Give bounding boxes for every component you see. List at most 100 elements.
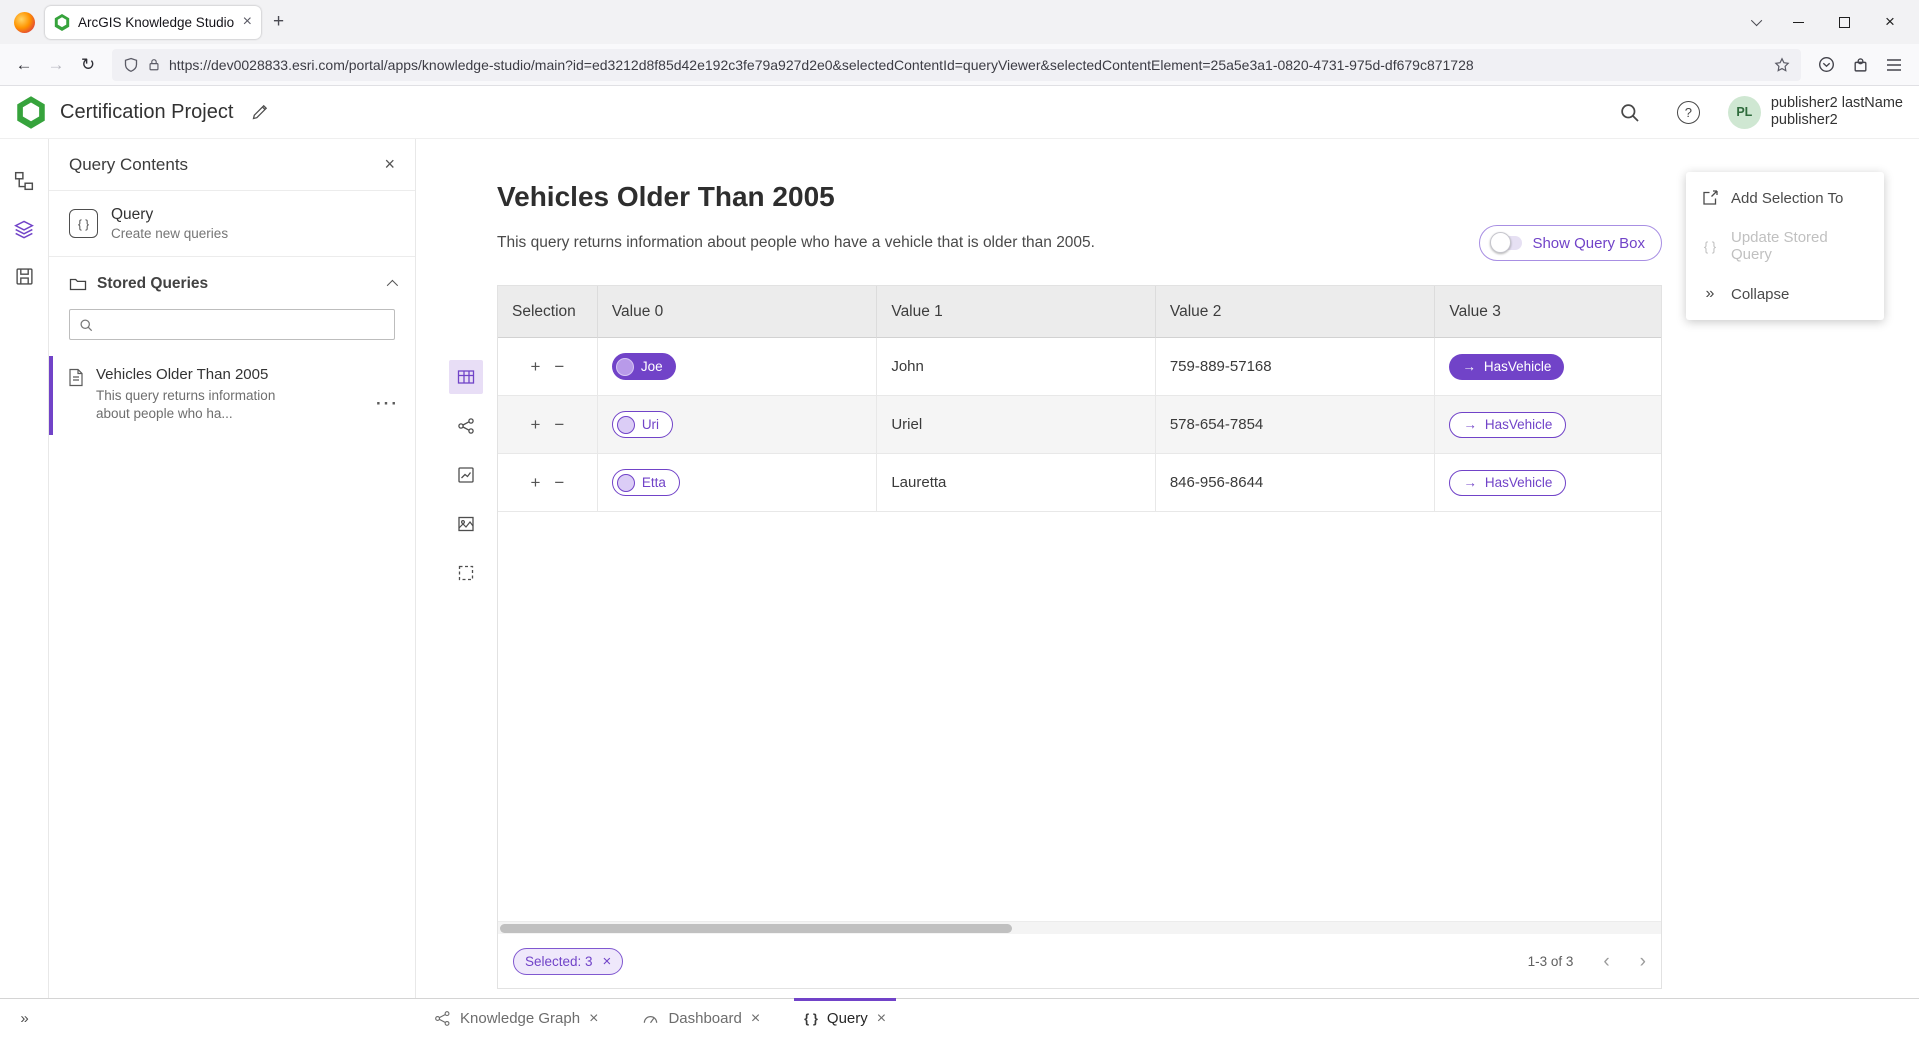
select-row-button[interactable]: +: [530, 358, 540, 375]
relationship-pill[interactable]: →HasVehicle: [1449, 354, 1564, 380]
user-info[interactable]: publisher2 lastName publisher2: [1771, 95, 1903, 129]
menu-item-collapse[interactable]: » Collapse: [1686, 270, 1884, 318]
extensions-icon[interactable]: [1843, 49, 1877, 81]
chart-view-icon[interactable]: [449, 458, 483, 492]
next-page-button[interactable]: ›: [1640, 952, 1646, 971]
url-text[interactable]: https://dev0028833.esri.com/portal/apps/…: [169, 57, 1766, 73]
select-row-button[interactable]: +: [530, 416, 540, 433]
map-view-icon[interactable]: [449, 507, 483, 541]
table-row[interactable]: + − Joe John 759-889-57168 →HasVehicle: [498, 338, 1661, 396]
help-button[interactable]: ?: [1677, 101, 1700, 124]
selection-tools-icon[interactable]: [449, 556, 483, 590]
stored-query-description: This query returns information about peo…: [96, 387, 301, 423]
browser-tab[interactable]: ArcGIS Knowledge Studio ×: [45, 6, 261, 39]
link-chart-icon[interactable]: [449, 409, 483, 443]
tab-title: ArcGIS Knowledge Studio: [78, 15, 235, 30]
tracking-shield-icon[interactable]: [123, 57, 139, 73]
selection-cell: + −: [498, 396, 598, 454]
new-query-text: Query Create new queries: [111, 206, 228, 241]
avatar[interactable]: PL: [1728, 96, 1761, 129]
stored-queries-search[interactable]: [69, 309, 395, 340]
arrow-right-icon: →: [1462, 359, 1476, 374]
horizontal-scrollbar[interactable]: [498, 921, 1661, 934]
relationship-pill[interactable]: →HasVehicle: [1449, 470, 1566, 496]
deselect-row-button[interactable]: −: [554, 358, 564, 375]
entity-dot-icon: [617, 474, 635, 492]
arcgis-knowledge-logo[interactable]: [16, 96, 46, 129]
close-panel-icon[interactable]: ×: [384, 154, 395, 175]
column-header[interactable]: Value 3: [1435, 286, 1661, 338]
stored-queries-header[interactable]: Stored Queries: [49, 257, 415, 303]
selected-count-chip[interactable]: Selected: 3 ×: [513, 948, 623, 975]
list-tabs-button[interactable]: [1741, 5, 1775, 39]
new-tab-button[interactable]: +: [261, 11, 296, 33]
close-tab-icon[interactable]: ×: [877, 1011, 886, 1027]
deselect-row-button[interactable]: −: [554, 474, 564, 491]
table-view-icon[interactable]: [449, 360, 483, 394]
close-tab-icon[interactable]: ×: [751, 1011, 760, 1027]
expand-strip-button[interactable]: »: [0, 999, 49, 1038]
entity-pill[interactable]: Etta: [612, 469, 680, 496]
stored-query-text: Vehicles Older Than 2005 This query retu…: [96, 366, 301, 423]
tab-dashboard[interactable]: Dashboard ×: [632, 999, 770, 1038]
relationship-pill[interactable]: →HasVehicle: [1449, 412, 1566, 438]
dashboard-icon: [642, 1010, 659, 1027]
new-query-item[interactable]: { } Query Create new queries: [49, 191, 415, 257]
more-options-icon[interactable]: ···: [376, 394, 399, 414]
window-close-button[interactable]: ×: [1867, 0, 1913, 44]
reload-button[interactable]: ↻: [72, 49, 104, 81]
chevron-up-icon[interactable]: [387, 280, 398, 291]
table-row[interactable]: + − Etta Lauretta 846-956-8644 →HasVehic…: [498, 454, 1661, 512]
toggle-switch[interactable]: [1492, 236, 1522, 250]
left-icon-rail: [0, 139, 49, 998]
menu-item-update-stored-query[interactable]: { } Update Stored Query: [1686, 222, 1884, 270]
folder-icon: [69, 275, 87, 293]
column-header[interactable]: Value 1: [877, 286, 1156, 338]
browser-nav-bar: ← → ↻ https://dev0028833.esri.com/portal…: [0, 44, 1919, 86]
entity-pill[interactable]: Joe: [612, 353, 676, 380]
bookmark-star-icon[interactable]: [1774, 57, 1790, 73]
table-row[interactable]: + − Uri Uriel 578-654-7854 →HasVehicle: [498, 396, 1661, 454]
url-bar[interactable]: https://dev0028833.esri.com/portal/apps/…: [112, 49, 1801, 81]
clear-selection-icon[interactable]: ×: [603, 954, 612, 969]
pagination: 1-3 of 3 ‹ ›: [1528, 952, 1646, 971]
show-query-box-toggle[interactable]: Show Query Box: [1479, 225, 1662, 261]
query-description: This query returns information about peo…: [497, 234, 1095, 252]
lock-icon[interactable]: [147, 57, 161, 72]
tab-query[interactable]: { } Query ×: [794, 999, 896, 1038]
arrow-right-icon: →: [1463, 417, 1477, 432]
search-input[interactable]: [100, 317, 385, 333]
query-contents-panel: Query Contents × { } Query Create new qu…: [49, 139, 416, 998]
column-header[interactable]: Selection: [498, 286, 598, 338]
tab-knowledge-graph[interactable]: Knowledge Graph ×: [424, 999, 608, 1038]
select-row-button[interactable]: +: [530, 474, 540, 491]
deselect-row-button[interactable]: −: [554, 416, 564, 433]
tab-close-icon[interactable]: ×: [243, 14, 252, 30]
menu-item-add-selection-to[interactable]: Add Selection To: [1686, 174, 1884, 222]
maximize-button[interactable]: [1821, 0, 1867, 44]
scrollbar-thumb[interactable]: [500, 924, 1012, 933]
browser-tab-bar: ArcGIS Knowledge Studio × + ×: [0, 0, 1919, 44]
save-icon[interactable]: [15, 267, 34, 286]
column-header[interactable]: Value 0: [598, 286, 878, 338]
selected-count-label: Selected: 3: [525, 954, 593, 969]
value-cell: John: [877, 338, 1156, 396]
back-button[interactable]: ←: [8, 49, 40, 81]
minimize-button[interactable]: [1775, 0, 1821, 44]
chevron-down-icon: [1751, 15, 1762, 26]
previous-page-button[interactable]: ‹: [1603, 952, 1609, 971]
edit-title-button[interactable]: [251, 103, 269, 121]
search-button[interactable]: [1613, 95, 1647, 129]
forward-button[interactable]: →: [40, 49, 72, 81]
close-tab-icon[interactable]: ×: [589, 1011, 598, 1027]
pocket-icon[interactable]: [1809, 49, 1843, 81]
column-header[interactable]: Value 2: [1156, 286, 1436, 338]
firefox-icon[interactable]: [14, 12, 35, 33]
data-model-icon[interactable]: [14, 171, 34, 191]
layers-icon[interactable]: [14, 219, 34, 239]
browser-chrome: ArcGIS Knowledge Studio × + × ← → ↻ http…: [0, 0, 1919, 86]
menu-icon[interactable]: [1877, 49, 1911, 81]
stored-query-title: Vehicles Older Than 2005: [96, 366, 301, 383]
stored-query-item[interactable]: Vehicles Older Than 2005 This query retu…: [49, 356, 415, 435]
entity-pill[interactable]: Uri: [612, 411, 673, 438]
